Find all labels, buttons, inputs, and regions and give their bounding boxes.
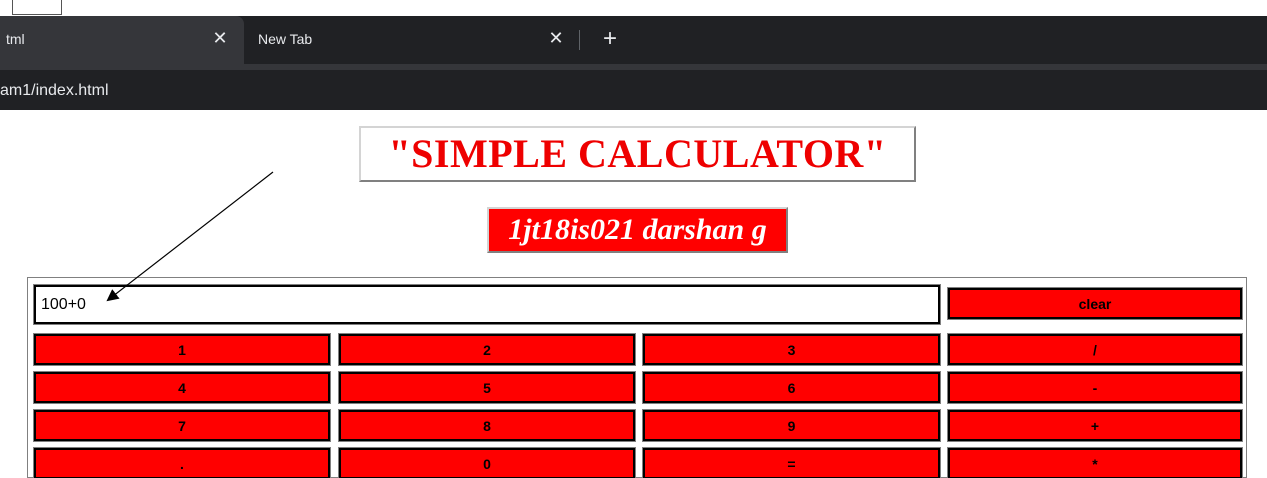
window-control-box <box>12 0 62 15</box>
key-0-button[interactable]: 0 <box>338 447 636 478</box>
key-1-button[interactable]: 1 <box>33 333 331 366</box>
tab-divider <box>579 30 580 50</box>
key-7-button[interactable]: 7 <box>33 409 331 442</box>
multiply-button[interactable]: * <box>947 447 1243 478</box>
close-tab-icon[interactable]: ✕ <box>546 28 566 48</box>
key-8-button[interactable]: 8 <box>338 409 636 442</box>
page-title-box: "SIMPLE CALCULATOR" <box>359 126 916 182</box>
top-strip <box>0 0 1267 16</box>
key-6-button[interactable]: 6 <box>642 371 941 404</box>
key-2-button[interactable]: 2 <box>338 333 636 366</box>
key-9-button[interactable]: 9 <box>642 409 941 442</box>
key-4-button[interactable]: 4 <box>33 371 331 404</box>
add-button[interactable]: + <box>947 409 1243 442</box>
divide-button[interactable]: / <box>947 333 1243 366</box>
tab-active[interactable]: tml ✕ <box>0 16 244 64</box>
url-text: am1/index.html <box>0 82 109 99</box>
key-3-button[interactable]: 3 <box>642 333 941 366</box>
calculator-table: 100+0 clear 1 2 3 / 4 5 6 - 7 8 9 + . 0 … <box>27 277 1247 478</box>
tab-label: New Tab <box>258 31 313 47</box>
tab-strip: tml ✕ New Tab ✕ + <box>0 16 1267 64</box>
page-subtitle: 1jt18is021 darshan g <box>508 213 767 246</box>
tab-label: tml <box>6 31 25 47</box>
subtract-button[interactable]: - <box>947 371 1243 404</box>
key-5-button[interactable]: 5 <box>338 371 636 404</box>
address-bar[interactable]: am1/index.html <box>0 70 1267 110</box>
new-tab-plus-icon[interactable]: + <box>596 26 624 54</box>
close-tab-icon[interactable]: ✕ <box>210 28 230 48</box>
clear-button[interactable]: clear <box>947 287 1243 320</box>
calculator-display[interactable]: 100+0 <box>33 284 941 325</box>
tab-new-tab[interactable]: New Tab ✕ <box>244 16 579 64</box>
page-title: "SIMPLE CALCULATOR" <box>388 131 887 176</box>
page-subtitle-box: 1jt18is021 darshan g <box>487 207 788 253</box>
equals-button[interactable]: = <box>642 447 941 478</box>
decimal-button[interactable]: . <box>33 447 331 478</box>
browser-toolbar: am1/index.html <box>0 64 1267 110</box>
